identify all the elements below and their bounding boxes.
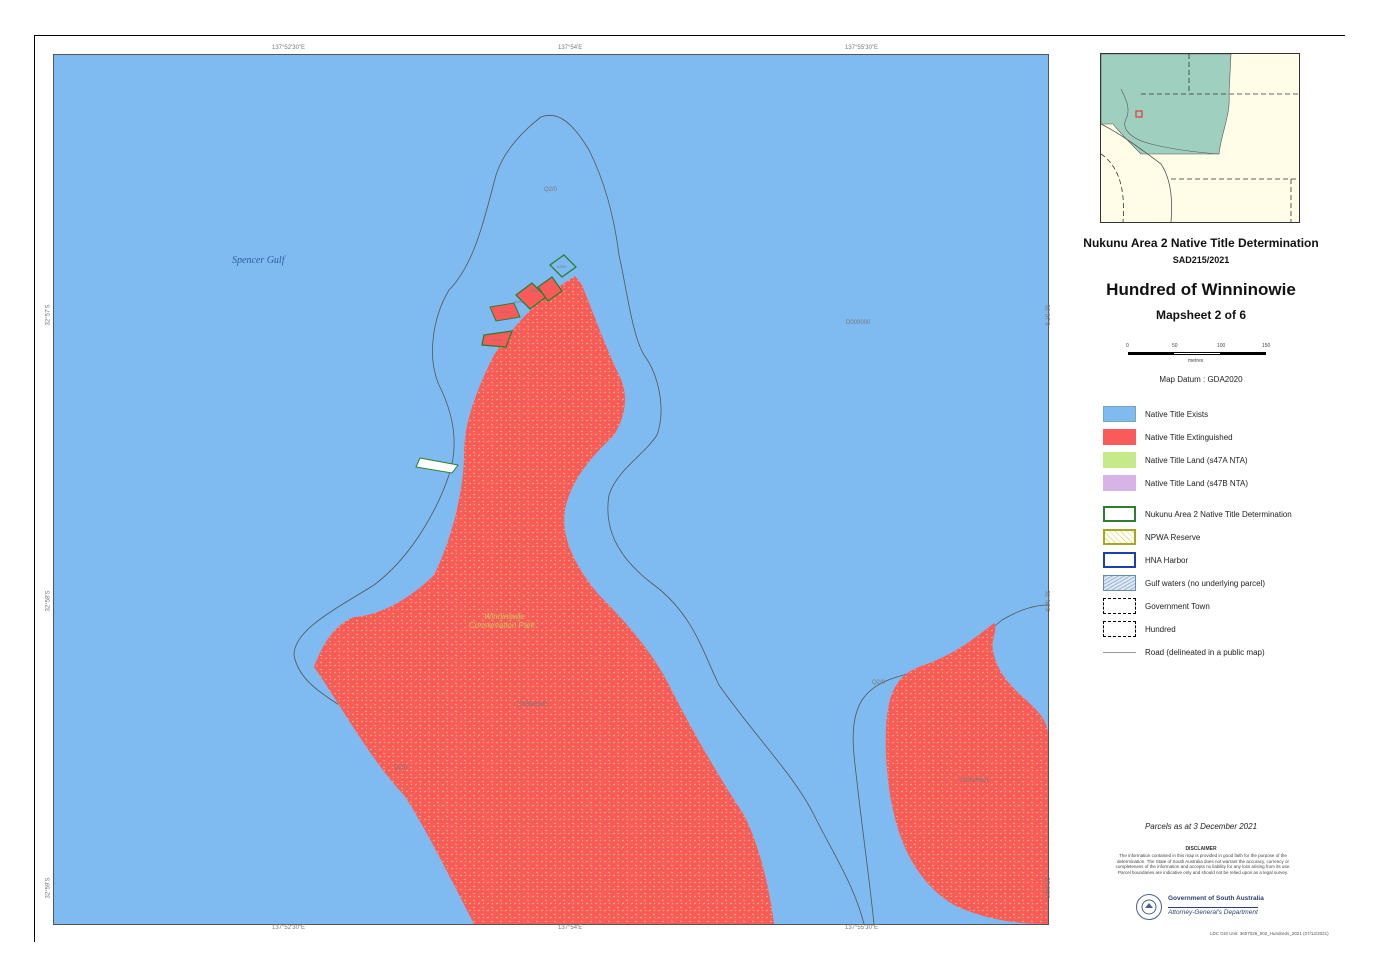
case-number: SAD215/2021: [1172, 255, 1230, 265]
locator-inset-map[interactable]: [1100, 53, 1300, 223]
scale-segment: [1174, 352, 1220, 355]
legend-swatch: [1103, 529, 1136, 545]
parcel-label-lower-right-water: Q2/0: [872, 680, 886, 686]
legend-item: Road (delineated in a public map): [1103, 644, 1332, 660]
legend-item: Hundred: [1103, 621, 1332, 637]
park-name-line2: Conservation Park: [469, 621, 535, 630]
legend-item: Native Title Exists: [1103, 406, 1332, 422]
tick-left-1: 32°57'S: [45, 304, 52, 326]
legend-label: Hundred: [1145, 625, 1176, 634]
inset-canvas: [1101, 54, 1299, 222]
legend-label: NPWA Reserve: [1145, 533, 1201, 542]
scale-segment: [1128, 352, 1174, 355]
legend-panel: Nukunu Area 2 Native Title Determination…: [1070, 40, 1332, 940]
government-logo: Government of South Australia Attorney-G…: [1136, 892, 1266, 926]
tick-top-2: 137°54'E: [558, 45, 583, 51]
determination-title: Nukunu Area 2 Native Title Determination: [1083, 236, 1319, 250]
parcels-date: Parcels as at 3 December 2021: [1144, 822, 1258, 831]
legend-item: Native Title Land (s47B NTA): [1103, 475, 1332, 491]
legend-item: NPWA Reserve: [1103, 529, 1332, 545]
lot-label-b: A203: [530, 288, 540, 293]
government-name: Government of South Australia: [1168, 895, 1264, 902]
disclaimer-heading: DISCLAIMER: [1185, 846, 1217, 852]
tick-right-1: 32°57'S: [1043, 304, 1050, 326]
map-canvas: [54, 55, 1048, 924]
legend-item: Native Title Land (s47A NTA): [1103, 452, 1332, 468]
map-datum: Map Datum : GDA2020: [1159, 375, 1243, 384]
scale-label-2: 100: [1217, 343, 1226, 349]
tick-right-2: 32°58'S: [1043, 590, 1050, 612]
tick-bottom-2: 137°54'E: [558, 925, 583, 931]
legend-label: HNA Harbor: [1145, 556, 1189, 565]
scale-segment: [1220, 352, 1266, 355]
legend-swatch: [1103, 452, 1136, 468]
parcel-label-upper-water: Q2/0: [544, 187, 558, 193]
legend-item: Nukunu Area 2 Native Title Determination: [1103, 506, 1332, 522]
legend-item: Government Town: [1103, 598, 1332, 614]
parcel-label-east: CR35/6301: [959, 778, 990, 784]
legend-swatch: [1103, 621, 1136, 637]
legend-item: Native Title Extinguished: [1103, 429, 1332, 445]
parcel-label-park: CR35/6300: [517, 702, 548, 708]
legend-swatch: [1103, 475, 1136, 491]
scale-units: metres: [1188, 358, 1204, 364]
legend-swatch: [1103, 652, 1136, 653]
tick-bottom-3: 137°55'30"E: [845, 925, 879, 931]
disclaimer-text: The information contained in this map is…: [1115, 853, 1291, 875]
legend-swatch: [1103, 429, 1136, 445]
legend-label: Nukunu Area 2 Native Title Determination: [1145, 510, 1292, 519]
legend-label: Native Title Exists: [1145, 410, 1209, 419]
tick-right-3: 32°59'S: [1043, 877, 1050, 899]
department-name: Attorney-General's Department: [1168, 907, 1258, 916]
parcel-label-offshore: D000000: [846, 320, 871, 326]
legend-item: Gulf waters (no underlying parcel): [1103, 575, 1332, 591]
legend-item: HNA Harbor: [1103, 552, 1332, 568]
legend-label: Native Title Land (s47A NTA): [1145, 456, 1248, 465]
lot-label-c: A202: [514, 299, 524, 304]
tick-top-1: 137°52'30"E: [272, 45, 306, 51]
lot-label-a: A204: [557, 264, 567, 269]
spencer-gulf-label: Spencer Gulf: [232, 255, 285, 266]
tick-left-2: 32°58'S: [45, 590, 52, 612]
document-reference: LDC GIS Unit: 3607026_002_Hundreds_2021 …: [1210, 931, 1329, 936]
scale-bar: [1128, 352, 1268, 356]
lot-label-e: A200: [492, 337, 502, 342]
scale-label-0: 0: [1126, 343, 1129, 349]
main-map[interactable]: Spencer Gulf Winninowie Conservation Par…: [53, 54, 1049, 925]
legend-label: Road (delineated in a public map): [1145, 648, 1265, 657]
legend-label: Native Title Land (s47B NTA): [1145, 479, 1249, 488]
legend-swatch: [1103, 575, 1136, 591]
hundred-title: Hundred of Winninowie: [1106, 280, 1296, 299]
park-name-line1: Winninowie: [484, 612, 525, 621]
crest-icon: [1136, 894, 1162, 920]
mapsheet-label: Mapsheet 2 of 6: [1155, 308, 1247, 322]
parcel-label-lower-left-water: Q2/0: [394, 765, 408, 771]
legend-swatch: [1103, 506, 1136, 522]
legend-swatch: [1103, 598, 1136, 614]
legend-label: Gulf waters (no underlying parcel): [1145, 579, 1266, 588]
legend-swatch: [1103, 406, 1136, 422]
lot-label-d: A201: [500, 309, 510, 314]
tick-bottom-1: 137°52'30"E: [272, 925, 306, 931]
legend-swatch: [1103, 552, 1136, 568]
scale-label-1: 50: [1172, 343, 1178, 349]
tick-top-3: 137°55'30"E: [845, 45, 879, 51]
tick-left-3: 32°59'S: [45, 877, 52, 899]
scale-label-3: 150: [1262, 343, 1271, 349]
legend-label: Government Town: [1145, 602, 1210, 611]
legend-label: Native Title Extinguished: [1145, 433, 1233, 442]
